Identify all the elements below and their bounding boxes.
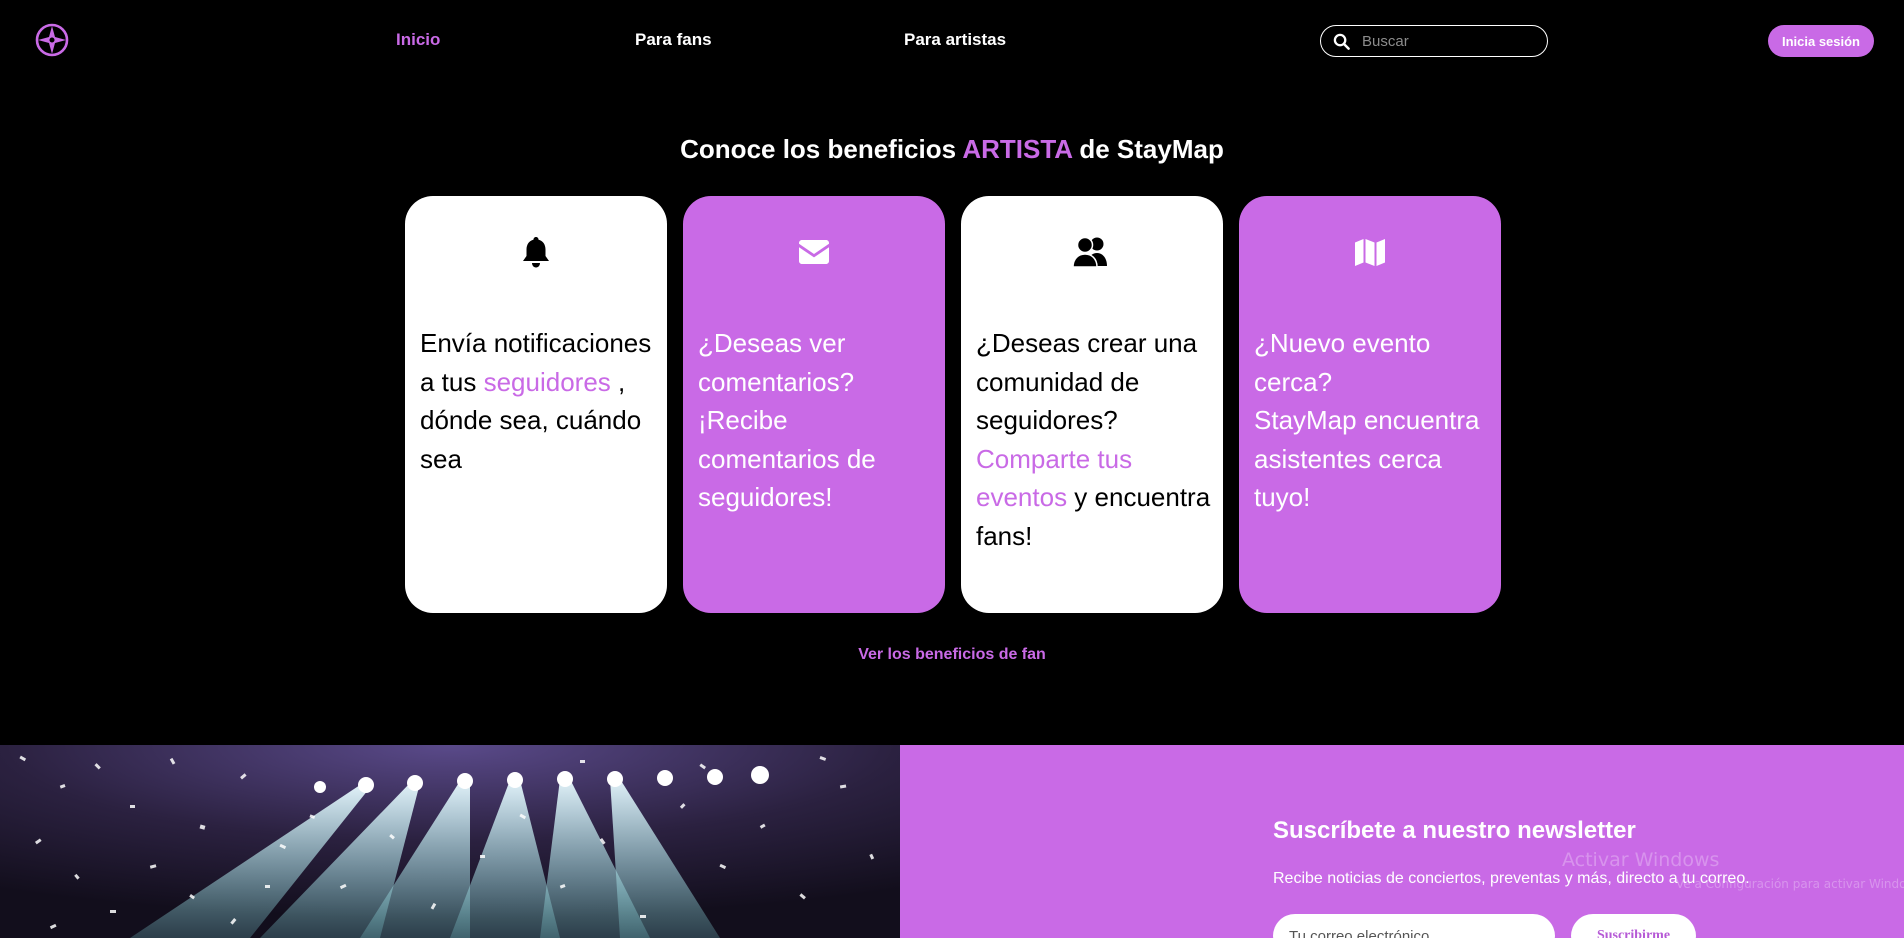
card-text-1: ¿Deseas crear una comunidad de seguidore… <box>976 328 1198 435</box>
map-icon <box>1355 239 1385 266</box>
card-line-1: ¿Deseas ver comentarios? <box>698 328 855 397</box>
users-icon <box>1072 236 1107 268</box>
nav-para-artistas[interactable]: Para artistas <box>904 30 1006 50</box>
concert-image <box>0 745 900 938</box>
newsletter-title: Suscríbete a nuestro newsletter <box>1273 817 1636 844</box>
nav-para-fans[interactable]: Para fans <box>635 30 712 50</box>
card-text: ¿Deseas ver comentarios? ¡Recibe comenta… <box>698 324 935 517</box>
title-pre: Conoce los beneficios <box>680 134 963 164</box>
envelope-icon <box>799 240 829 264</box>
subscribe-button[interactable]: Suscribirme <box>1571 914 1696 938</box>
login-button[interactable]: Inicia sesión <box>1768 25 1874 57</box>
card-text: Envía notificaciones a tus seguidores , … <box>420 324 657 478</box>
card-line-2: StayMap encuentra asistentes cerca tuyo! <box>1254 405 1480 512</box>
newsletter-email-input[interactable] <box>1273 914 1555 938</box>
fan-benefits-link[interactable]: Ver los beneficios de fan <box>0 646 1904 664</box>
windows-activation-watermark-sub: Ve a Configuración para activar Windows. <box>1676 877 1904 891</box>
card-line-2: ¡Recibe comentarios de seguidores! <box>698 405 876 512</box>
card-line-1: ¿Nuevo evento cerca? <box>1254 328 1431 397</box>
benefit-card-comments: ¿Deseas ver comentarios? ¡Recibe comenta… <box>683 196 945 613</box>
bell-icon <box>523 237 549 268</box>
site-header: Inicio Para fans Para artistas Inicia se… <box>0 0 1904 82</box>
search-icon <box>1333 33 1350 50</box>
benefit-card-events: ¿Nuevo evento cerca? StayMap encuentra a… <box>1239 196 1501 613</box>
benefit-card-notifications: Envía notificaciones a tus seguidores , … <box>405 196 667 613</box>
nav-inicio[interactable]: Inicio <box>396 30 440 50</box>
search-box[interactable] <box>1320 25 1548 57</box>
card-text: ¿Deseas crear una comunidad de seguidore… <box>976 324 1213 555</box>
card-text: ¿Nuevo evento cerca? StayMap encuentra a… <box>1254 324 1491 517</box>
title-post: de StayMap <box>1072 134 1224 164</box>
compass-logo-icon[interactable] <box>34 22 70 58</box>
newsletter-section: Suscríbete a nuestro newsletter Recibe n… <box>900 745 1904 938</box>
benefit-card-community: ¿Deseas crear una comunidad de seguidore… <box>961 196 1223 613</box>
benefits-title: Conoce los beneficios ARTISTA de StayMap <box>0 134 1904 165</box>
title-accent: ARTISTA <box>962 134 1073 164</box>
card-highlight: seguidores <box>483 366 611 397</box>
windows-activation-watermark: Activar Windows <box>1562 849 1720 871</box>
search-input[interactable] <box>1362 32 1542 50</box>
